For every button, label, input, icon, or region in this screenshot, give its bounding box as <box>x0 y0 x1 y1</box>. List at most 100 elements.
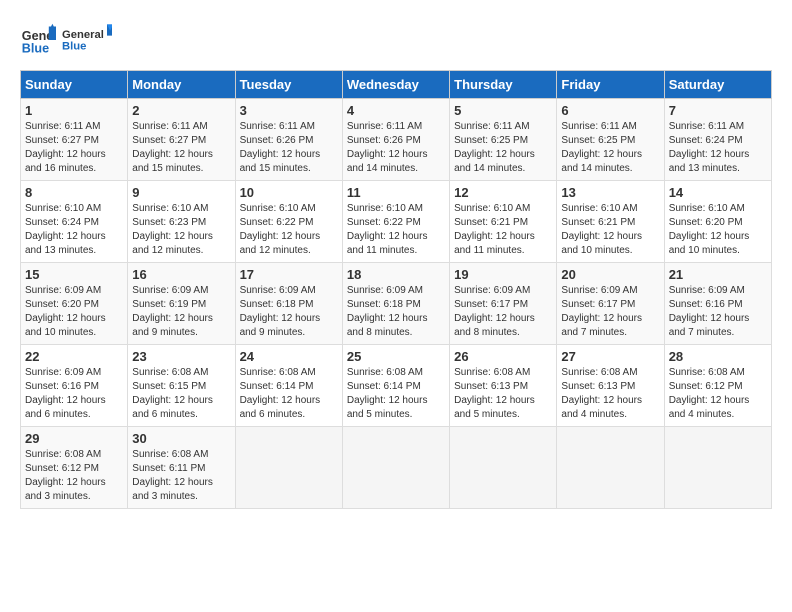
day-info: Sunrise: 6:09 AMSunset: 6:20 PMDaylight:… <box>25 285 106 338</box>
day-number: 13 <box>561 185 659 200</box>
day-number: 23 <box>132 349 230 364</box>
day-info: Sunrise: 6:08 AMSunset: 6:14 PMDaylight:… <box>240 367 321 420</box>
day-number: 11 <box>347 185 445 200</box>
calendar-cell <box>235 427 342 509</box>
day-info: Sunrise: 6:11 AMSunset: 6:27 PMDaylight:… <box>132 121 213 174</box>
day-info: Sunrise: 6:11 AMSunset: 6:26 PMDaylight:… <box>240 121 321 174</box>
calendar-cell <box>450 427 557 509</box>
svg-text:General: General <box>62 29 104 41</box>
day-of-week-header: Monday <box>128 71 235 99</box>
day-number: 12 <box>454 185 552 200</box>
calendar-cell: 13 Sunrise: 6:10 AMSunset: 6:21 PMDaylig… <box>557 181 664 263</box>
day-number: 14 <box>669 185 767 200</box>
calendar-cell: 26 Sunrise: 6:08 AMSunset: 6:13 PMDaylig… <box>450 345 557 427</box>
calendar-cell: 9 Sunrise: 6:10 AMSunset: 6:23 PMDayligh… <box>128 181 235 263</box>
logo: General Blue General Blue <box>20 20 112 60</box>
day-info: Sunrise: 6:08 AMSunset: 6:15 PMDaylight:… <box>132 367 213 420</box>
day-info: Sunrise: 6:09 AMSunset: 6:16 PMDaylight:… <box>669 285 750 338</box>
calendar-cell: 1 Sunrise: 6:11 AMSunset: 6:27 PMDayligh… <box>21 99 128 181</box>
calendar-table: SundayMondayTuesdayWednesdayThursdayFrid… <box>20 70 772 509</box>
calendar-cell: 6 Sunrise: 6:11 AMSunset: 6:25 PMDayligh… <box>557 99 664 181</box>
calendar-cell: 3 Sunrise: 6:11 AMSunset: 6:26 PMDayligh… <box>235 99 342 181</box>
day-info: Sunrise: 6:08 AMSunset: 6:13 PMDaylight:… <box>561 367 642 420</box>
day-number: 10 <box>240 185 338 200</box>
calendar-week-row: 8 Sunrise: 6:10 AMSunset: 6:24 PMDayligh… <box>21 181 772 263</box>
calendar-week-row: 22 Sunrise: 6:09 AMSunset: 6:16 PMDaylig… <box>21 345 772 427</box>
calendar-cell: 17 Sunrise: 6:09 AMSunset: 6:18 PMDaylig… <box>235 263 342 345</box>
day-info: Sunrise: 6:09 AMSunset: 6:17 PMDaylight:… <box>561 285 642 338</box>
day-number: 19 <box>454 267 552 282</box>
day-of-week-header: Thursday <box>450 71 557 99</box>
calendar-cell: 20 Sunrise: 6:09 AMSunset: 6:17 PMDaylig… <box>557 263 664 345</box>
logo-icon: General Blue <box>20 22 56 58</box>
day-number: 2 <box>132 103 230 118</box>
calendar-cell: 27 Sunrise: 6:08 AMSunset: 6:13 PMDaylig… <box>557 345 664 427</box>
calendar-cell: 29 Sunrise: 6:08 AMSunset: 6:12 PMDaylig… <box>21 427 128 509</box>
calendar-cell: 24 Sunrise: 6:08 AMSunset: 6:14 PMDaylig… <box>235 345 342 427</box>
day-number: 16 <box>132 267 230 282</box>
day-info: Sunrise: 6:09 AMSunset: 6:18 PMDaylight:… <box>347 285 428 338</box>
svg-text:Blue: Blue <box>22 42 49 56</box>
day-info: Sunrise: 6:11 AMSunset: 6:26 PMDaylight:… <box>347 121 428 174</box>
day-info: Sunrise: 6:09 AMSunset: 6:18 PMDaylight:… <box>240 285 321 338</box>
day-number: 20 <box>561 267 659 282</box>
day-info: Sunrise: 6:10 AMSunset: 6:22 PMDaylight:… <box>240 203 321 256</box>
day-info: Sunrise: 6:08 AMSunset: 6:11 PMDaylight:… <box>132 449 213 502</box>
day-info: Sunrise: 6:11 AMSunset: 6:25 PMDaylight:… <box>561 121 642 174</box>
day-info: Sunrise: 6:10 AMSunset: 6:21 PMDaylight:… <box>561 203 642 256</box>
day-info: Sunrise: 6:11 AMSunset: 6:25 PMDaylight:… <box>454 121 535 174</box>
calendar-cell: 21 Sunrise: 6:09 AMSunset: 6:16 PMDaylig… <box>664 263 771 345</box>
day-info: Sunrise: 6:10 AMSunset: 6:22 PMDaylight:… <box>347 203 428 256</box>
calendar-cell: 5 Sunrise: 6:11 AMSunset: 6:25 PMDayligh… <box>450 99 557 181</box>
day-info: Sunrise: 6:10 AMSunset: 6:20 PMDaylight:… <box>669 203 750 256</box>
days-of-week-row: SundayMondayTuesdayWednesdayThursdayFrid… <box>21 71 772 99</box>
day-of-week-header: Tuesday <box>235 71 342 99</box>
calendar-cell: 8 Sunrise: 6:10 AMSunset: 6:24 PMDayligh… <box>21 181 128 263</box>
day-info: Sunrise: 6:08 AMSunset: 6:12 PMDaylight:… <box>669 367 750 420</box>
day-number: 17 <box>240 267 338 282</box>
day-number: 5 <box>454 103 552 118</box>
calendar-cell: 30 Sunrise: 6:08 AMSunset: 6:11 PMDaylig… <box>128 427 235 509</box>
day-of-week-header: Wednesday <box>342 71 449 99</box>
calendar-cell <box>664 427 771 509</box>
calendar-cell: 2 Sunrise: 6:11 AMSunset: 6:27 PMDayligh… <box>128 99 235 181</box>
day-number: 15 <box>25 267 123 282</box>
day-number: 4 <box>347 103 445 118</box>
day-info: Sunrise: 6:09 AMSunset: 6:19 PMDaylight:… <box>132 285 213 338</box>
svg-text:Blue: Blue <box>62 40 86 52</box>
day-of-week-header: Friday <box>557 71 664 99</box>
calendar-cell: 15 Sunrise: 6:09 AMSunset: 6:20 PMDaylig… <box>21 263 128 345</box>
day-number: 28 <box>669 349 767 364</box>
day-number: 26 <box>454 349 552 364</box>
day-number: 8 <box>25 185 123 200</box>
calendar-cell: 25 Sunrise: 6:08 AMSunset: 6:14 PMDaylig… <box>342 345 449 427</box>
day-number: 7 <box>669 103 767 118</box>
day-info: Sunrise: 6:08 AMSunset: 6:14 PMDaylight:… <box>347 367 428 420</box>
page-header: General Blue General Blue <box>20 20 772 60</box>
day-of-week-header: Saturday <box>664 71 771 99</box>
calendar-cell: 7 Sunrise: 6:11 AMSunset: 6:24 PMDayligh… <box>664 99 771 181</box>
calendar-week-row: 29 Sunrise: 6:08 AMSunset: 6:12 PMDaylig… <box>21 427 772 509</box>
calendar-cell: 23 Sunrise: 6:08 AMSunset: 6:15 PMDaylig… <box>128 345 235 427</box>
day-info: Sunrise: 6:10 AMSunset: 6:23 PMDaylight:… <box>132 203 213 256</box>
calendar-cell <box>557 427 664 509</box>
calendar-cell: 11 Sunrise: 6:10 AMSunset: 6:22 PMDaylig… <box>342 181 449 263</box>
calendar-cell: 12 Sunrise: 6:10 AMSunset: 6:21 PMDaylig… <box>450 181 557 263</box>
calendar-cell: 28 Sunrise: 6:08 AMSunset: 6:12 PMDaylig… <box>664 345 771 427</box>
calendar-week-row: 15 Sunrise: 6:09 AMSunset: 6:20 PMDaylig… <box>21 263 772 345</box>
day-info: Sunrise: 6:11 AMSunset: 6:27 PMDaylight:… <box>25 121 106 174</box>
day-number: 21 <box>669 267 767 282</box>
day-info: Sunrise: 6:09 AMSunset: 6:17 PMDaylight:… <box>454 285 535 338</box>
calendar-week-row: 1 Sunrise: 6:11 AMSunset: 6:27 PMDayligh… <box>21 99 772 181</box>
day-number: 9 <box>132 185 230 200</box>
day-info: Sunrise: 6:10 AMSunset: 6:24 PMDaylight:… <box>25 203 106 256</box>
calendar-cell: 4 Sunrise: 6:11 AMSunset: 6:26 PMDayligh… <box>342 99 449 181</box>
day-number: 1 <box>25 103 123 118</box>
day-number: 24 <box>240 349 338 364</box>
day-number: 29 <box>25 431 123 446</box>
day-number: 18 <box>347 267 445 282</box>
day-info: Sunrise: 6:09 AMSunset: 6:16 PMDaylight:… <box>25 367 106 420</box>
day-number: 25 <box>347 349 445 364</box>
calendar-body: 1 Sunrise: 6:11 AMSunset: 6:27 PMDayligh… <box>21 99 772 509</box>
logo-graphic: General Blue <box>62 20 112 60</box>
